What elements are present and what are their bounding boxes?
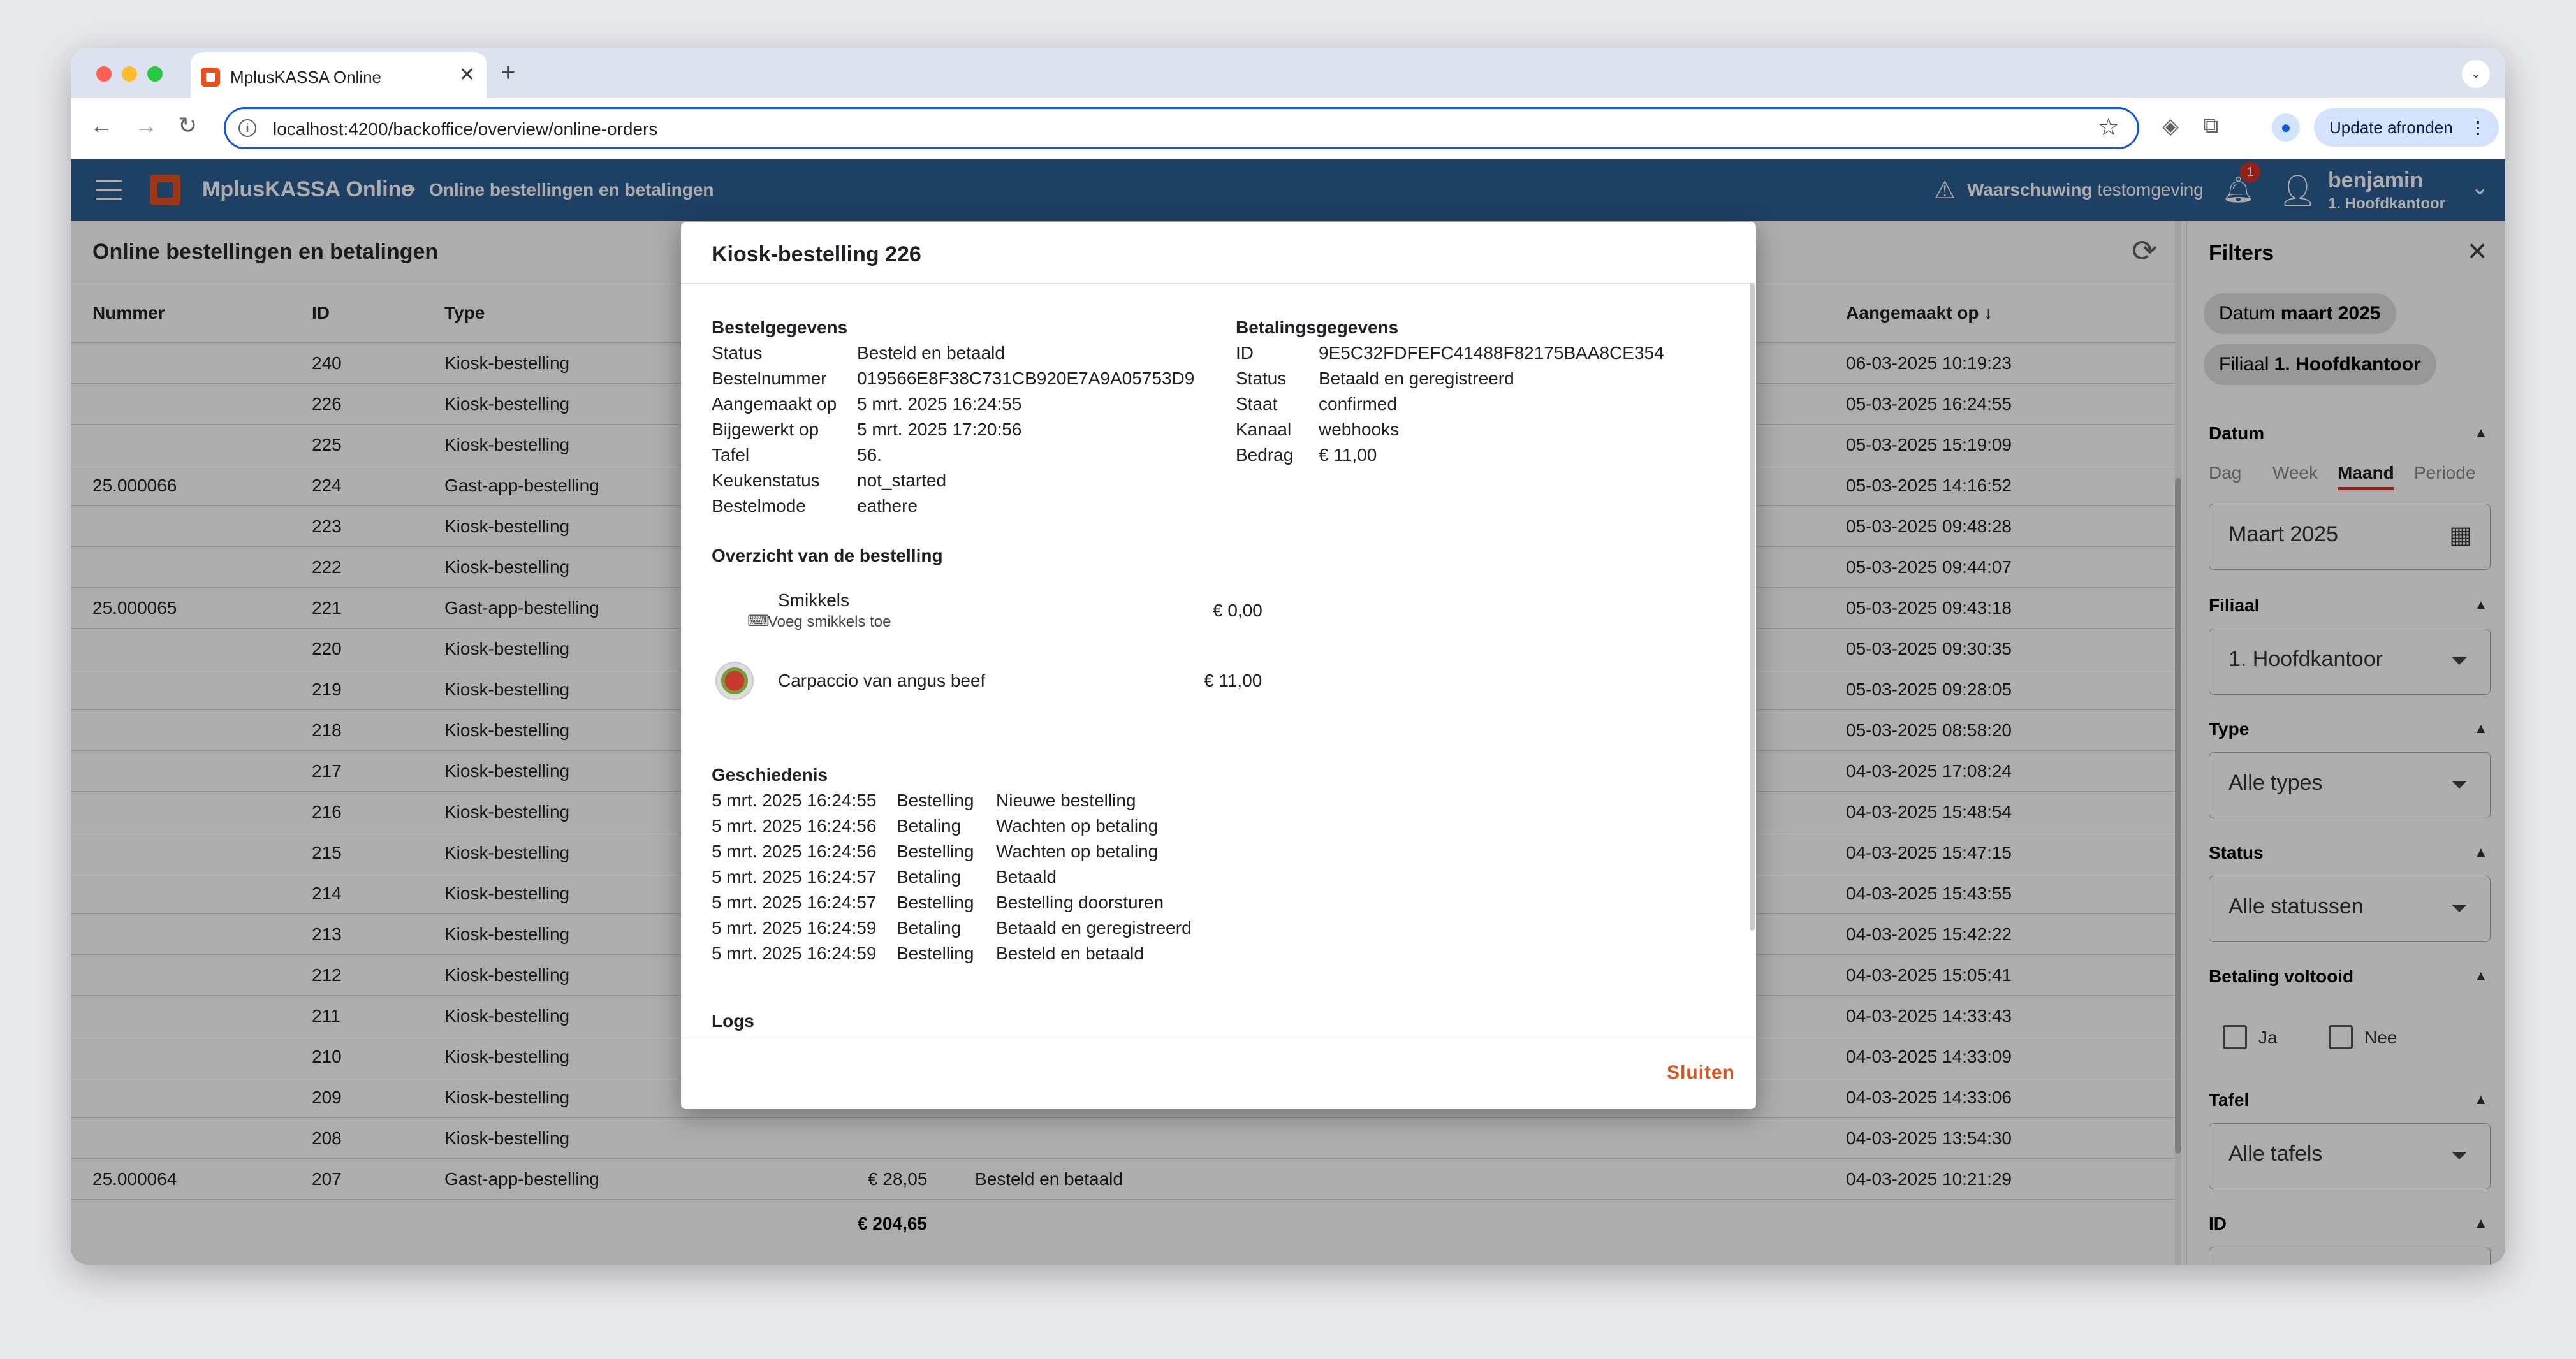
order-detail-key: Bijgewerkt op (712, 419, 819, 439)
site-info-icon[interactable]: i (238, 119, 256, 137)
order-detail-key: Bestelmode (712, 496, 806, 516)
new-tab-icon[interactable]: + (501, 59, 515, 87)
extensions-icon[interactable]: ⧉ (2203, 113, 2218, 138)
more-menu-icon[interactable]: ⋮ (2470, 108, 2486, 147)
add-note-icon[interactable]: ⌨ (747, 612, 770, 630)
history-time: 5 mrt. 2025 16:24:55 (712, 790, 877, 810)
history-time: 5 mrt. 2025 16:24:57 (712, 892, 877, 912)
close-window-icon[interactable] (96, 66, 112, 82)
item-price: € 0,00 (1213, 600, 1262, 620)
close-dialog-button[interactable]: Sluiten (1667, 1062, 1735, 1084)
order-detail-value: 5 mrt. 2025 17:20:56 (857, 419, 1022, 439)
history-description: Wachten op betaling (996, 841, 1159, 861)
tab-bar: MplusKASSA Online ✕ + ⌄ (71, 48, 2505, 98)
history-category: Bestelling (896, 943, 974, 963)
item-name: Smikkels (778, 590, 850, 610)
history-description: Betaald en geregistreerd (996, 918, 1192, 938)
history-category: Betaling (896, 918, 962, 938)
carpaccio-image (715, 662, 754, 700)
payment-detail-key: Kanaal (1236, 419, 1292, 439)
payment-detail-key: Staat (1236, 394, 1278, 414)
history-category: Bestelling (896, 841, 974, 861)
add-smikkels-link[interactable]: Voeg smikkels toe (768, 613, 891, 631)
history-category: Bestelling (896, 892, 974, 912)
item-name: Carpaccio van angus beef (778, 671, 986, 690)
history-category: Betaling (896, 867, 962, 887)
order-detail-key: Tafel (712, 445, 750, 465)
payment-detail-key: Bedrag (1236, 445, 1294, 465)
history-heading: Geschiedenis (712, 765, 828, 785)
history-description: Betaald (996, 867, 1057, 887)
history-time: 5 mrt. 2025 16:24:59 (712, 918, 877, 938)
maximize-window-icon[interactable] (147, 66, 163, 82)
order-detail-dialog: Kiosk-bestelling 226 Bestelgegevens Stat… (681, 222, 1756, 1109)
order-detail-key: Aangemaakt op (712, 394, 837, 414)
dialog-scrollbar[interactable] (1750, 283, 1755, 931)
history-time: 5 mrt. 2025 16:24:57 (712, 867, 877, 887)
payment-detail-key: ID (1236, 343, 1254, 363)
url-text[interactable]: localhost:4200/backoffice/overview/onlin… (273, 119, 657, 140)
history-time: 5 mrt. 2025 16:24:56 (712, 841, 877, 861)
order-detail-value: eathere (857, 496, 918, 516)
divider (681, 283, 1756, 284)
back-icon[interactable]: ← (90, 112, 113, 139)
profile-avatar-icon[interactable]: ● (2272, 113, 2300, 142)
history-description: Nieuwe bestelling (996, 790, 1136, 810)
payment-detail-value: webhooks (1319, 419, 1400, 439)
order-detail-value: 5 mrt. 2025 16:24:55 (857, 394, 1022, 414)
history-category: Betaling (896, 816, 962, 836)
address-bar[interactable]: i localhost:4200/backoffice/overview/onl… (224, 107, 2139, 149)
browser-toolbar: ← → ↻ i localhost:4200/backoffice/overvi… (71, 98, 2505, 159)
tab-search-icon[interactable]: ⌄ (2462, 60, 2490, 88)
history-description: Wachten op betaling (996, 816, 1159, 836)
cast-icon[interactable]: ◈ (2162, 113, 2179, 139)
order-detail-value: 019566E8F38C731CB920E7A9A05753D9 (857, 368, 1195, 388)
mplus-favicon-icon (201, 68, 220, 87)
browser-tab[interactable]: MplusKASSA Online ✕ (191, 52, 487, 98)
logs-heading: Logs (712, 1011, 754, 1031)
tab-title: MplusKASSA Online (230, 68, 382, 87)
order-detail-key: Keukenstatus (712, 470, 820, 490)
order-overview-heading: Overzicht van de bestelling (712, 546, 943, 565)
update-label: Update afronden (2329, 118, 2453, 137)
bookmark-star-icon[interactable]: ☆ (2098, 113, 2119, 142)
payment-detail-value: 9E5C32FDFEFC41488F82175BAA8CE354 (1319, 343, 1664, 363)
minimize-window-icon[interactable] (122, 66, 137, 82)
close-tab-icon[interactable]: ✕ (459, 64, 475, 86)
update-button[interactable]: Update afronden ⋮ (2314, 108, 2499, 147)
history-description: Besteld en betaald (996, 943, 1144, 963)
order-details-heading: Bestelgegevens (712, 317, 848, 337)
dialog-title: Kiosk-bestelling 226 (712, 242, 921, 266)
reload-icon[interactable]: ↻ (178, 112, 197, 139)
order-detail-value: 56. (857, 445, 882, 465)
order-detail-key: Bestelnummer (712, 368, 827, 388)
order-detail-key: Status (712, 343, 763, 363)
order-detail-value: not_started (857, 470, 947, 490)
history-time: 5 mrt. 2025 16:24:59 (712, 943, 877, 963)
forward-icon[interactable]: → (135, 112, 157, 139)
history-time: 5 mrt. 2025 16:24:56 (712, 816, 877, 836)
payment-detail-value: € 11,00 (1319, 445, 1377, 465)
order-detail-value: Besteld en betaald (857, 343, 1005, 363)
history-category: Bestelling (896, 790, 974, 810)
payment-detail-value: Betaald en geregistreerd (1319, 368, 1514, 388)
item-price: € 11,00 (1204, 671, 1262, 690)
payment-detail-key: Status (1236, 368, 1287, 388)
payment-details-heading: Betalingsgegevens (1236, 317, 1399, 337)
payment-detail-value: confirmed (1319, 394, 1397, 414)
history-description: Bestelling doorsturen (996, 892, 1164, 912)
